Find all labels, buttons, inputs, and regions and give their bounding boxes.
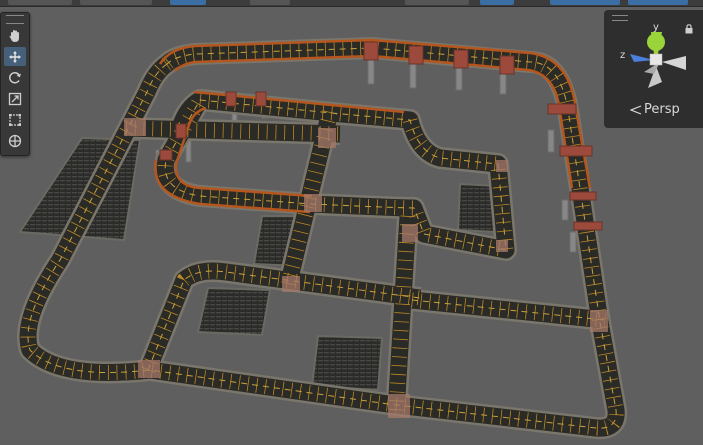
axis-y-label: y bbox=[653, 22, 659, 33]
scene-tools-toolbar bbox=[0, 12, 30, 156]
perspective-icon bbox=[630, 104, 642, 115]
top-toolbar-strip bbox=[0, 0, 703, 7]
transform-tool-button[interactable] bbox=[4, 131, 26, 150]
toolbar-chip[interactable] bbox=[550, 0, 620, 5]
scene-view[interactable] bbox=[0, 0, 703, 445]
center-cube[interactable] bbox=[649, 53, 663, 66]
toolbar-chip[interactable] bbox=[80, 0, 152, 5]
x-axis-cone[interactable] bbox=[662, 56, 686, 70]
orientation-gizmo-panel: y z Persp bbox=[604, 10, 703, 128]
toolbar-chip[interactable] bbox=[480, 0, 514, 5]
scale-icon bbox=[8, 92, 22, 105]
rotate-tool-button[interactable] bbox=[4, 68, 26, 87]
axis-z-label: z bbox=[620, 50, 626, 61]
hand-icon bbox=[9, 29, 19, 42]
projection-label: Persp bbox=[644, 102, 680, 117]
rect-transform-icon bbox=[9, 113, 21, 126]
transform-icon bbox=[8, 134, 22, 147]
toolbar-chip[interactable] bbox=[170, 0, 206, 5]
toolbar-chip[interactable] bbox=[250, 0, 290, 5]
hand-tool-button[interactable] bbox=[4, 26, 26, 45]
toolbar-chip[interactable] bbox=[628, 0, 688, 5]
rotate-icon bbox=[9, 71, 21, 83]
scale-tool-button[interactable] bbox=[4, 89, 26, 108]
toolbar-grip[interactable] bbox=[6, 15, 24, 24]
rect-tool-button[interactable] bbox=[4, 110, 26, 129]
toolbar-chip[interactable] bbox=[405, 0, 469, 5]
toolbar-chip[interactable] bbox=[8, 0, 72, 5]
projection-toggle[interactable]: Persp bbox=[630, 102, 680, 117]
move-arrows-icon bbox=[9, 50, 21, 63]
move-tool-button[interactable] bbox=[4, 47, 26, 66]
